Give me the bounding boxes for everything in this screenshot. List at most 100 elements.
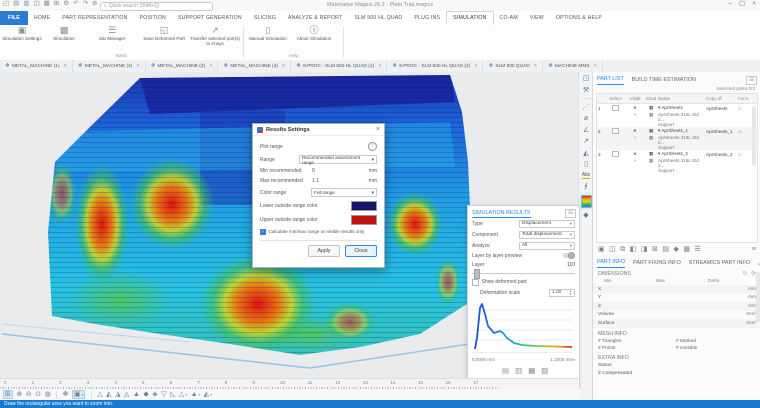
table-row[interactable]: 3 ∗ ▦ ▾ AprSheets_2 AprSheets_2 A... + ▦… bbox=[597, 150, 757, 173]
collapse-panel-button[interactable]: ⊟ bbox=[565, 209, 576, 218]
transfer-to-ansys-button[interactable]: ↗ Transfer selected part(s) to Ansys bbox=[190, 26, 240, 52]
zoom-out-icon[interactable]: ⊖ bbox=[26, 391, 32, 398]
shade-icon[interactable]: ▦ bbox=[644, 158, 658, 164]
mark-shell-icon[interactable]: ◬ bbox=[124, 391, 129, 398]
scrollbar[interactable] bbox=[752, 106, 756, 166]
layer-preview-toggle[interactable] bbox=[563, 252, 575, 260]
doc-tab-metal-machine-4[interactable]: ❖ METAL_MACHINE (4) × bbox=[218, 60, 292, 72]
range-max[interactable]: 1.1000 mm bbox=[550, 357, 573, 362]
mark-window-icon[interactable]: ▲ bbox=[133, 391, 140, 398]
measure-line-icon[interactable]: ↗ bbox=[583, 138, 589, 145]
text-annotation-icon[interactable]: Abc bbox=[581, 172, 591, 179]
colormap-option-icon[interactable]: ▤ bbox=[502, 367, 509, 375]
info-icon[interactable]: i bbox=[368, 142, 377, 151]
zoom-window-icon[interactable]: ⊞ bbox=[3, 390, 13, 399]
close-tab-icon[interactable]: × bbox=[378, 63, 381, 69]
tab-file[interactable]: FILE bbox=[0, 11, 28, 25]
tool-icon[interactable]: ▤ bbox=[662, 246, 669, 253]
tab-analyze-report[interactable]: ANALYZE & REPORT bbox=[282, 11, 348, 25]
tool-icon[interactable]: ▣ bbox=[598, 246, 605, 253]
type-select[interactable]: Displacement ▾ bbox=[519, 219, 575, 228]
scenes-icon[interactable]: ◭ bbox=[583, 150, 588, 157]
visible-icon[interactable]: ∗ bbox=[626, 105, 644, 111]
colormap-option-icon[interactable]: ▦ bbox=[528, 367, 535, 375]
select-checkbox[interactable] bbox=[612, 150, 619, 158]
tab-streamics-part-info[interactable]: STREAMICS PART INFO bbox=[689, 260, 750, 268]
show-deformed-checkbox[interactable] bbox=[472, 279, 479, 286]
attachment-icon[interactable]: ∮ bbox=[584, 183, 588, 190]
tab-support-generation[interactable]: SUPPORT GENERATION bbox=[172, 11, 248, 25]
wrench-tool-icon[interactable]: ⚒ bbox=[583, 87, 589, 94]
simulation-settings-button[interactable]: ▣ Simulation Settings bbox=[2, 26, 42, 52]
visible-icon[interactable]: + bbox=[626, 112, 644, 117]
table-row[interactable]: 2 ∗ ▦ ▾ AprSheets_1 AprSheets_1 A... + ▦… bbox=[597, 127, 757, 150]
mark-plane-icon[interactable]: ◭ bbox=[106, 391, 111, 398]
unmark-icon[interactable]: ▽ bbox=[161, 391, 166, 398]
doc-tab-8proc-quad-2[interactable]: ❖ 8.PROC - SLM 500 HL QUAD (2) × bbox=[387, 60, 484, 72]
view-cube-icon[interactable]: ◳ bbox=[583, 75, 590, 82]
tool-icon[interactable]: ☰ bbox=[695, 246, 701, 253]
tab-part-info[interactable]: PART INFO bbox=[597, 259, 626, 268]
table-row[interactable]: 1 ∗ ▦ ▾ AprSheets AprSheets A... + ▦ Apr… bbox=[597, 104, 757, 127]
visible-results-checkbox[interactable]: ✓ bbox=[260, 229, 266, 235]
close-tab-icon[interactable]: × bbox=[474, 63, 477, 69]
shade-icon[interactable]: ▦ bbox=[644, 135, 658, 141]
mark-more-button[interactable]: △ ▾ bbox=[179, 391, 187, 398]
close-icon[interactable]: × bbox=[752, 0, 756, 8]
refresh-icon[interactable]: ↻ bbox=[743, 271, 748, 277]
tab-simulation[interactable]: SIMULATION bbox=[446, 11, 494, 25]
collapse-panel-button[interactable]: ⊟ bbox=[746, 76, 757, 85]
select-checkbox[interactable] bbox=[612, 127, 619, 135]
mark-brush-icon[interactable]: ◆ bbox=[143, 391, 148, 398]
shade-icon[interactable]: ▦ bbox=[644, 128, 658, 134]
mark-triangle-icon[interactable]: △ bbox=[97, 391, 102, 398]
tab-home[interactable]: HOME bbox=[28, 11, 56, 25]
deformation-scale-spinner[interactable]: 1.00 ▲ ▼ bbox=[549, 288, 575, 297]
visible-icon[interactable]: ∗ bbox=[626, 128, 644, 134]
tab-simulation-results[interactable]: SIMULATION RESULTS bbox=[472, 210, 531, 218]
doc-tab-metal-machine-1[interactable]: ❖ METAL_MACHINE (1) × bbox=[0, 60, 73, 72]
tab-build-time-estimation[interactable]: BUILD TIME ESTIMATION bbox=[632, 77, 696, 85]
tab-part-fixing-info[interactable]: PART FIXING INFO bbox=[633, 260, 681, 268]
tab-view[interactable]: VIEW bbox=[524, 11, 550, 25]
mark-all-icon[interactable]: ◈ bbox=[152, 391, 157, 398]
tab-part-representation[interactable]: PART REPRESENTATION bbox=[56, 11, 133, 25]
mark-surface-icon[interactable]: ◮ bbox=[115, 391, 120, 398]
about-simulation-button[interactable]: ⓘ About Simulation bbox=[294, 26, 334, 52]
visible-icon[interactable]: ∗ bbox=[626, 151, 644, 157]
upper-color-swatch[interactable] bbox=[351, 215, 377, 225]
slider-thumb[interactable] bbox=[474, 268, 480, 279]
expand-icon[interactable]: ▾ bbox=[658, 151, 660, 156]
expand-icon[interactable]: ▾ bbox=[658, 128, 660, 133]
view-cube-button[interactable]: ▣ ▾ bbox=[71, 390, 86, 399]
apply-button[interactable]: Apply bbox=[308, 244, 340, 257]
mark-more-button[interactable]: ▲ ▾ bbox=[191, 391, 201, 398]
measure-diameter-icon[interactable]: ⌀ bbox=[584, 115, 588, 122]
range-select[interactable]: Recommended assessment range ▾ bbox=[299, 155, 377, 165]
zoom-fit-icon[interactable]: ⊙ bbox=[35, 391, 41, 398]
tab-slm-500-hl-quad[interactable]: SLM 500 HL QUAD bbox=[348, 11, 408, 25]
save-deformed-part-button[interactable]: ◱ Save Deformed Part bbox=[142, 26, 186, 52]
analyze-select[interactable]: All ▾ bbox=[519, 241, 575, 250]
measure-distance-icon[interactable]: ⋰ bbox=[583, 104, 590, 111]
component-select[interactable]: Total displacement ▾ bbox=[519, 230, 575, 239]
job-manager-button[interactable]: ☰ Job Manager bbox=[92, 26, 132, 52]
tool-icon[interactable]: ◫ bbox=[609, 246, 616, 253]
doc-tab-machine-mms[interactable]: ❖ MACHINE MMS × bbox=[543, 60, 603, 72]
tool-icon[interactable]: ⊠ bbox=[652, 246, 658, 253]
layer-slider[interactable] bbox=[472, 268, 575, 279]
close-tab-icon[interactable]: × bbox=[594, 63, 597, 69]
tool-icon[interactable]: ⧉ bbox=[620, 246, 625, 253]
manual-simulation-button[interactable]: ▯ Manual Simulation bbox=[248, 26, 288, 52]
maximize-icon[interactable]: ▢ bbox=[739, 0, 745, 8]
close-tab-icon[interactable]: × bbox=[209, 63, 212, 69]
minimize-icon[interactable]: – bbox=[728, 0, 732, 8]
visible-icon[interactable]: + bbox=[626, 135, 644, 140]
shade-icon[interactable]: ▦ bbox=[644, 105, 658, 111]
tab-options-help[interactable]: OPTIONS & HELP bbox=[550, 11, 608, 25]
simulation-colormap-icon[interactable] bbox=[580, 194, 592, 208]
dialog-title-bar[interactable]: Results Settings × bbox=[253, 124, 384, 136]
tool-icon[interactable]: ◆ bbox=[674, 246, 679, 253]
doc-tab-slm-500-quad[interactable]: ❖ SLM 500 QUAD × bbox=[483, 60, 543, 72]
pan-icon[interactable]: ✥ bbox=[63, 391, 69, 398]
